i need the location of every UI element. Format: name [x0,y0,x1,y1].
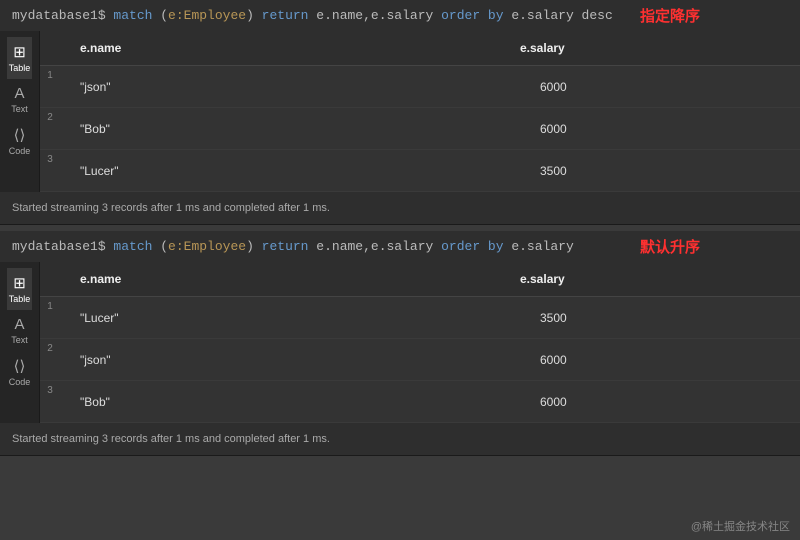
view-sidebar: ⊞ Table A Text ⟨⟩ Code [0,31,40,192]
text-icon: A [14,85,24,102]
cell-salary: 6000 [540,110,800,148]
sidebar-label: Text [11,335,28,345]
col-header-name: e.name [40,272,520,286]
row-number: 1 [40,297,60,312]
sidebar-label: Text [11,104,28,114]
query-panel-2: mydatabase1$ match (e:Employee) return e… [0,231,800,456]
sidebar-tab-table[interactable]: ⊞ Table [7,268,33,310]
table-icon: ⊞ [13,274,26,292]
code-icon: ⟨⟩ [14,357,26,375]
result-table: e.name e.salary 1 "Lucer" 3500 2 "json" … [40,262,800,423]
table-row[interactable]: 2 "Bob" 6000 [40,108,800,150]
text-icon: A [14,316,24,333]
row-number: 3 [40,150,60,165]
cell-name: "json" [60,68,540,106]
query-panel-1: mydatabase1$ match (e:Employee) return e… [0,0,800,225]
sidebar-tab-table[interactable]: ⊞ Table [7,37,33,79]
cell-salary: 6000 [540,68,800,106]
col-header-name: e.name [40,41,520,55]
sidebar-label: Code [9,146,31,156]
sidebar-tab-code[interactable]: ⟨⟩ Code [7,351,33,393]
watermark: @稀土掘金技术社区 [691,518,790,534]
sidebar-tab-text[interactable]: A Text [9,310,30,351]
cell-name: "Lucer" [60,299,540,337]
table-row[interactable]: 2 "json" 6000 [40,339,800,381]
query-bar[interactable]: mydatabase1$ match (e:Employee) return e… [0,0,800,31]
table-header: e.name e.salary [40,262,800,297]
result-area: ⊞ Table A Text ⟨⟩ Code e.name e.salary 1… [0,31,800,192]
annotation-asc: 默认升序 [640,236,700,257]
row-number: 3 [40,381,60,396]
annotation-desc: 指定降序 [640,5,700,26]
cell-salary: 3500 [540,299,800,337]
sidebar-tab-text[interactable]: A Text [9,79,30,120]
row-number: 2 [40,108,60,123]
cell-salary: 3500 [540,152,800,190]
view-sidebar: ⊞ Table A Text ⟨⟩ Code [0,262,40,423]
table-row[interactable]: 1 "json" 6000 [40,66,800,108]
status-bar: Started streaming 3 records after 1 ms a… [0,192,800,224]
query-bar[interactable]: mydatabase1$ match (e:Employee) return e… [0,231,800,262]
cell-name: "Bob" [60,383,540,421]
sidebar-label: Table [9,294,31,304]
table-header: e.name e.salary [40,31,800,66]
status-bar: Started streaming 3 records after 1 ms a… [0,423,800,455]
sidebar-label: Table [9,63,31,73]
table-row[interactable]: 1 "Lucer" 3500 [40,297,800,339]
query-text: match (e:Employee) return e.name,e.salar… [113,239,573,254]
cell-name: "Bob" [60,110,540,148]
cell-salary: 6000 [540,341,800,379]
row-number: 1 [40,66,60,81]
cell-salary: 6000 [540,383,800,421]
table-row[interactable]: 3 "Lucer" 3500 [40,150,800,192]
result-area: ⊞ Table A Text ⟨⟩ Code e.name e.salary 1… [0,262,800,423]
cell-name: "Lucer" [60,152,540,190]
row-number: 2 [40,339,60,354]
query-text: match (e:Employee) return e.name,e.salar… [113,8,612,23]
code-icon: ⟨⟩ [14,126,26,144]
result-table: e.name e.salary 1 "json" 6000 2 "Bob" 60… [40,31,800,192]
col-header-salary: e.salary [520,272,800,286]
prompt: mydatabase1$ [12,8,113,23]
table-row[interactable]: 3 "Bob" 6000 [40,381,800,423]
col-header-salary: e.salary [520,41,800,55]
sidebar-tab-code[interactable]: ⟨⟩ Code [7,120,33,162]
sidebar-label: Code [9,377,31,387]
prompt: mydatabase1$ [12,239,113,254]
cell-name: "json" [60,341,540,379]
table-icon: ⊞ [13,43,26,61]
